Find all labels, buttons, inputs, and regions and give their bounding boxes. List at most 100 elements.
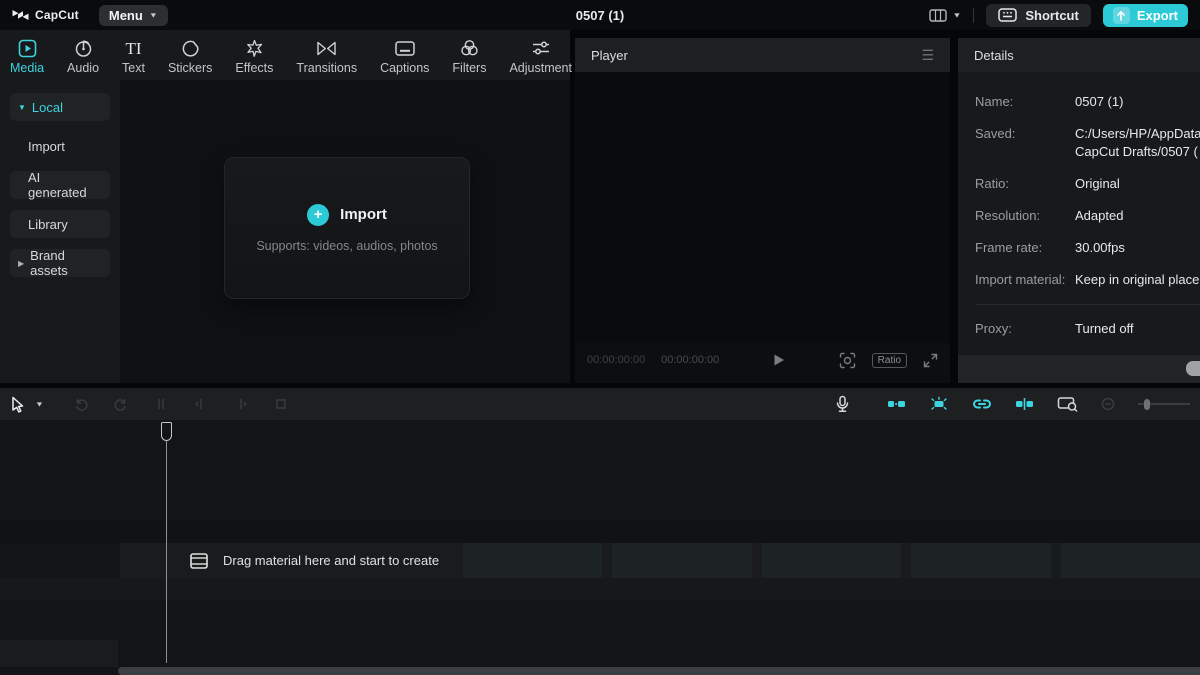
detail-value: Adapted [1075, 207, 1200, 225]
detail-label: Saved: [975, 125, 1075, 161]
tab-adjustment[interactable]: Adjustment [509, 30, 572, 80]
layout-icon [929, 9, 947, 22]
detail-value: 0507 (1) [1075, 93, 1200, 111]
ratio-button[interactable]: Ratio [872, 353, 907, 368]
delete-left-icon[interactable] [194, 397, 208, 411]
playhead[interactable] [160, 420, 173, 665]
chevron-down-icon[interactable]: ▼ [35, 400, 44, 408]
details-panel: Details Name: 0507 (1) Saved: C:/Users/H… [958, 38, 1200, 383]
player-panel: Player ☰ 00:00:00:00 00:00:00:00 Ratio [575, 38, 950, 383]
asset-tabbar: Media Audio TI Text [0, 30, 570, 80]
tab-audio[interactable]: Audio [67, 30, 99, 80]
workspace-layout-button[interactable]: ▼ [929, 9, 961, 22]
sidebar-item-brand-assets[interactable]: ▶ Brand assets [10, 249, 110, 277]
effects-icon [245, 38, 264, 58]
detail-label: Frame rate: [975, 239, 1075, 257]
tab-text[interactable]: TI Text [122, 30, 145, 80]
preview-axis-icon[interactable] [1057, 396, 1078, 412]
import-dropzone[interactable]: + Import Supports: videos, audios, photo… [224, 157, 470, 299]
tab-transitions[interactable]: Transitions [296, 30, 357, 80]
sidebar-item-ai-generated[interactable]: AI generated [10, 171, 110, 199]
transitions-icon [316, 38, 337, 58]
plus-icon: + [307, 204, 329, 226]
track-placeholder [463, 543, 602, 578]
snapshot-icon[interactable] [839, 352, 856, 369]
crop-icon[interactable] [274, 397, 288, 411]
film-icon [190, 553, 208, 569]
redo-icon[interactable] [114, 397, 128, 411]
menu-button[interactable]: Menu ▼ [99, 5, 168, 26]
detail-label: Proxy: [975, 320, 1075, 338]
logo-text: CapCut [35, 8, 79, 22]
media-content: + Import Supports: videos, audios, photo… [120, 80, 570, 383]
track-placeholders [463, 543, 1200, 578]
shortcut-button[interactable]: Shortcut [986, 4, 1090, 27]
sidebar-item-label: Local [32, 100, 63, 115]
player-header: Player ☰ [575, 38, 950, 72]
sidebar-item-library[interactable]: Library [10, 210, 110, 238]
left-panel: Media Audio TI Text [0, 30, 570, 383]
hamburger-icon[interactable]: ☰ [921, 48, 934, 62]
import-button[interactable]: + Import [307, 204, 387, 226]
import-label: Import [340, 206, 387, 223]
edit-tools-disabled [74, 397, 288, 411]
player-viewport [575, 72, 950, 343]
snap-main-track-icon[interactable] [887, 397, 906, 411]
tab-stickers[interactable]: Stickers [168, 30, 212, 80]
select-tool-button[interactable]: ▼ [10, 396, 44, 413]
fullscreen-icon[interactable] [923, 353, 938, 368]
player-controls: 00:00:00:00 00:00:00:00 Ratio [575, 343, 950, 383]
timeline-toolbar: ▼ [0, 388, 1200, 420]
audio-icon [74, 38, 93, 58]
sidebar-item-label: Library [28, 217, 68, 232]
detail-value: Turned off [1075, 320, 1200, 338]
track-placeholder [1061, 543, 1200, 578]
tab-label: Media [10, 61, 44, 75]
menu-label: Menu [109, 8, 143, 23]
detail-label: Resolution: [975, 207, 1075, 225]
capcut-app: CapCut Menu ▼ 0507 (1) ▼ [0, 0, 1200, 675]
split-icon[interactable] [154, 397, 168, 411]
chevron-down-icon: ▼ [952, 11, 961, 19]
horizontal-scrollbar[interactable] [118, 667, 1200, 675]
main-track[interactable]: Drag material here and start to create [120, 543, 1200, 578]
detail-value: C:/Users/HP/AppData CapCut Drafts/0507 ( [1075, 125, 1200, 161]
text-icon: TI [125, 38, 141, 58]
details-body: Name: 0507 (1) Saved: C:/Users/HP/AppDat… [958, 72, 1200, 383]
playhead-handle[interactable] [161, 422, 172, 441]
timeline-area[interactable]: Drag material here and start to create [0, 420, 1200, 675]
timeline-band [0, 520, 1200, 543]
tab-captions[interactable]: Captions [380, 30, 429, 80]
sidebar-item-local[interactable]: ▼ Local [10, 93, 110, 121]
tab-label: Text [122, 61, 145, 75]
auto-attract-icon[interactable] [929, 396, 949, 412]
export-button[interactable]: Export [1103, 4, 1188, 27]
undo-icon[interactable] [74, 397, 88, 411]
tab-label: Stickers [168, 61, 212, 75]
detail-row-framerate: Frame rate: 30.00fps [958, 239, 1200, 257]
delete-right-icon[interactable] [234, 397, 248, 411]
timecode-total: 00:00:00:00 [661, 354, 719, 366]
media-panel: ▼ Local Import AI generated Library ▶ Br… [0, 80, 570, 383]
tab-media[interactable]: Media [10, 30, 44, 80]
tab-filters[interactable]: Filters [452, 30, 486, 80]
microphone-icon[interactable] [835, 395, 850, 413]
tab-label: Adjustment [509, 61, 572, 75]
cursor-icon [10, 396, 26, 413]
detail-row-import-material: Import material: Keep in original place [958, 271, 1200, 289]
timeline-toggles [835, 395, 1190, 413]
tab-effects[interactable]: Effects [235, 30, 273, 80]
slider-handle[interactable] [1144, 399, 1150, 410]
sidebar-item-import[interactable]: Import [10, 132, 110, 160]
mirror-split-icon[interactable] [1015, 397, 1034, 411]
tab-label: Captions [380, 61, 429, 75]
play-icon[interactable] [773, 353, 785, 367]
details-footer-button[interactable] [1186, 361, 1200, 376]
track-header-footer [0, 640, 118, 667]
media-sidebar: ▼ Local Import AI generated Library ▶ Br… [0, 80, 120, 383]
timeline-zoom-slider[interactable] [1138, 397, 1190, 411]
timeline-band [0, 578, 1200, 600]
linking-icon[interactable] [972, 397, 992, 411]
zoom-out-icon[interactable] [1101, 397, 1115, 411]
top-bar: CapCut Menu ▼ 0507 (1) ▼ [0, 0, 1200, 30]
